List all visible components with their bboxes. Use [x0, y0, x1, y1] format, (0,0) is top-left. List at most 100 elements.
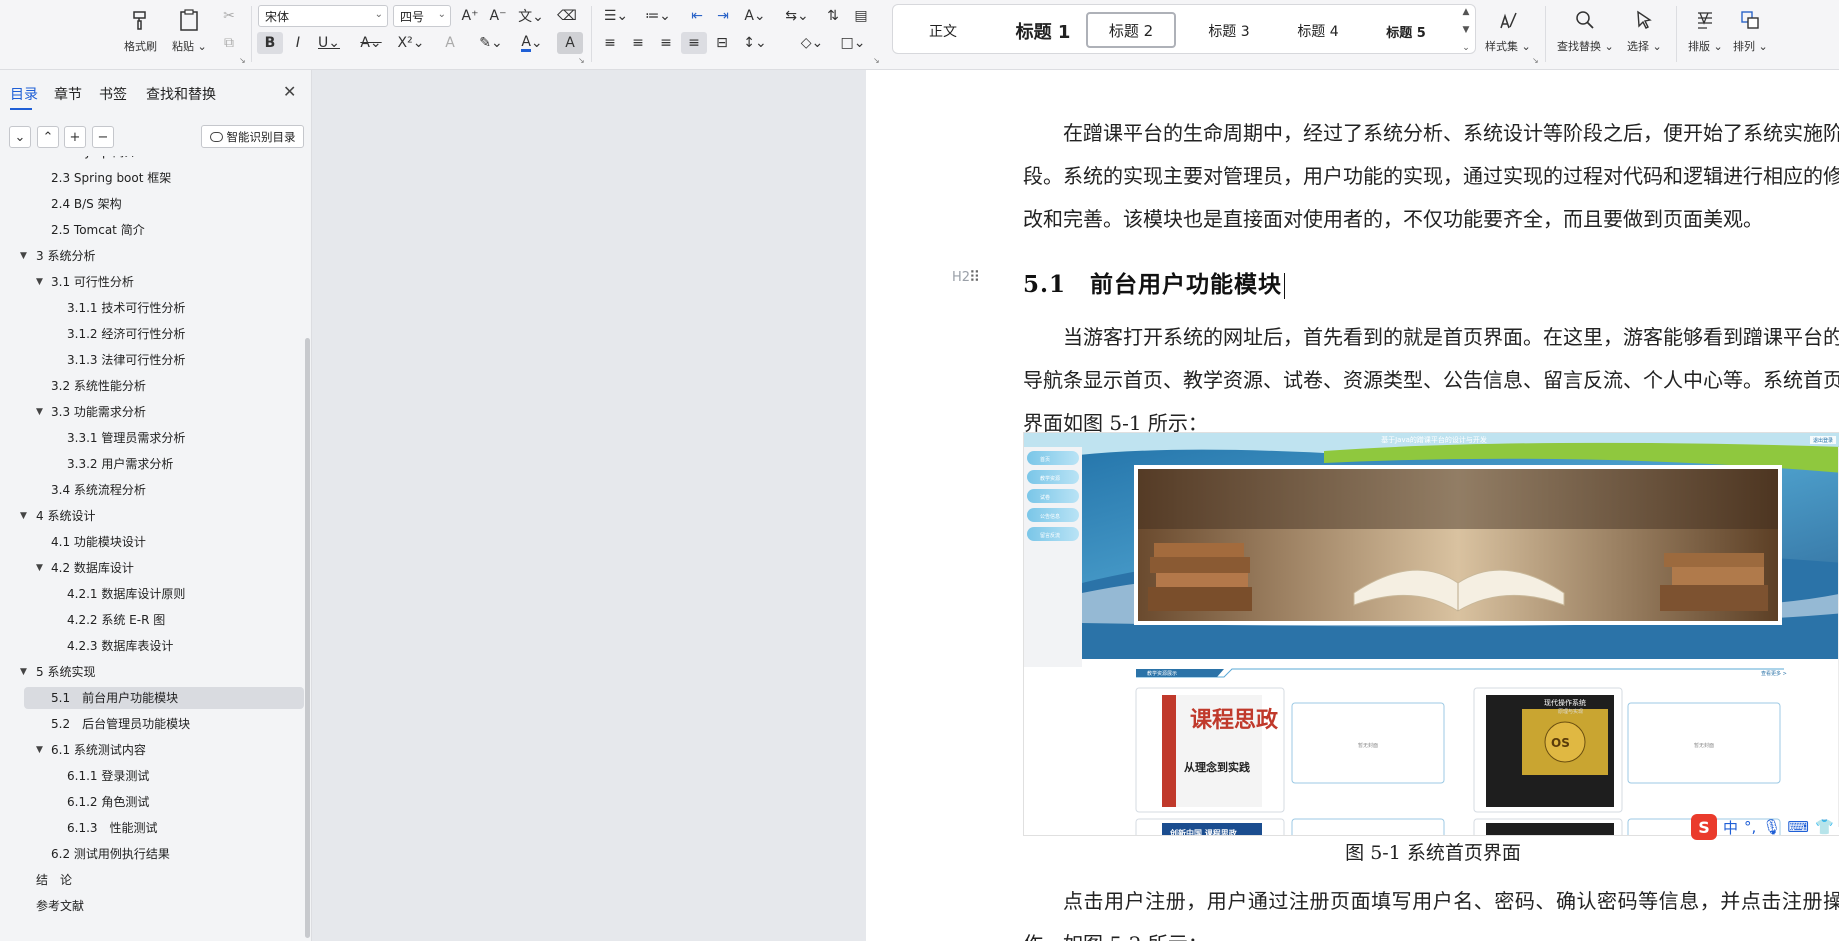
toc-item[interactable]: 参考文献	[0, 895, 300, 917]
toc-item[interactable]: 3.1.1 技术可行性分析	[0, 297, 300, 319]
toc-item[interactable]: 5.2 后台管理员功能模块	[0, 713, 300, 735]
expand-up-icon[interactable]: ⌃	[37, 126, 59, 148]
smart-toc-button[interactable]: 智能识别目录	[201, 125, 304, 148]
tab-bookmarks[interactable]: 书签	[99, 84, 127, 104]
skin-icon[interactable]: 👕	[1815, 818, 1834, 836]
tab-toc[interactable]: 目录	[10, 84, 38, 104]
clipboard-launcher-icon[interactable]: ↘	[239, 56, 246, 65]
toc-item[interactable]: 6.1.2 角色测试	[0, 791, 300, 813]
justify-icon[interactable]: ≡	[681, 32, 707, 54]
shrink-font-icon[interactable]: A⁻	[485, 5, 511, 27]
remove-heading-icon[interactable]: −	[92, 126, 114, 148]
border-button[interactable]: □⌄	[838, 32, 868, 54]
clear-format-icon[interactable]: ⌫	[554, 5, 580, 27]
align-left-icon[interactable]: ≡	[597, 32, 623, 54]
style-heading-4[interactable]: 标题 4	[1278, 15, 1358, 47]
style-heading-3[interactable]: 标题 3	[1189, 15, 1269, 47]
underline-button[interactable]: U⌄	[314, 32, 344, 54]
select-button[interactable]: 选择 ⌄	[1627, 4, 1662, 54]
add-heading-icon[interactable]: +	[64, 126, 86, 148]
bullet-list-button[interactable]: ☰⌄	[601, 5, 631, 27]
font-size-select[interactable]: 四号 ⌄	[393, 5, 451, 27]
body-paragraph[interactable]: 点击用户注册，用户通过注册页面填写用户名、密码、确认密码等信息，并点击注册操作，…	[1023, 880, 1839, 941]
align-center-icon[interactable]: ≡	[625, 32, 651, 54]
toc-item[interactable]: 4.1 功能模块设计	[0, 531, 300, 553]
phonetic-guide-icon[interactable]: 文⌄	[514, 5, 548, 27]
keyboard-icon[interactable]: ⌨	[1787, 818, 1809, 836]
figure-screenshot[interactable]: 基于Java的蹭课平台的设计与开发 退出登录 首页 教学资源 试卷 公告信息 留…	[1023, 432, 1839, 836]
toc-item[interactable]: 4.2.1 数据库设计原则	[0, 583, 300, 605]
styles-launcher-icon[interactable]: ↘	[1532, 56, 1539, 65]
toc-item[interactable]: 4.2.3 数据库表设计	[0, 635, 300, 657]
toc-item[interactable]: ▼ 3.3 功能需求分析	[0, 401, 300, 423]
expand-toggle-icon[interactable]: ▼	[36, 271, 43, 293]
bold-button[interactable]: B	[257, 32, 283, 54]
expand-toggle-icon[interactable]: ▼	[36, 401, 43, 423]
toc-item[interactable]: 3.3.2 用户需求分析	[0, 453, 300, 475]
toc-item[interactable]: ▼ 3 系统分析	[0, 245, 300, 267]
decrease-indent-icon[interactable]: ⇤	[684, 5, 710, 27]
microphone-icon[interactable]: 🎙	[1762, 818, 1781, 836]
layout-button[interactable]: 排版 ⌄	[1688, 4, 1723, 54]
toc-item[interactable]: 3.1.3 法律可行性分析	[0, 349, 300, 371]
toc-item[interactable]: 2.2 Mysql 简介	[0, 156, 300, 163]
close-icon[interactable]: ✕	[283, 82, 296, 101]
toc-item[interactable]: ▼ 6.1 系统测试内容	[0, 739, 300, 761]
show-marks-icon[interactable]: ▤	[848, 5, 874, 27]
toc-item[interactable]: 2.5 Tomcat 简介	[0, 219, 300, 241]
body-paragraph[interactable]: 在蹭课平台的生命周期中，经过了系统分析、系统设计等阶段之后，便开始了系统实施阶段…	[1023, 112, 1839, 241]
cut-icon[interactable]: ✂	[216, 5, 242, 27]
sort-icon[interactable]: ⇅	[820, 5, 846, 27]
line-break-button[interactable]: ⇆⌄	[782, 5, 812, 27]
style-heading-5[interactable]: 标题 5	[1366, 15, 1446, 47]
increase-indent-icon[interactable]: ⇥	[710, 5, 736, 27]
ime-toolbar[interactable]: S 中 °, 🎙 ⌨ 👕	[1691, 812, 1839, 842]
sidebar-scrollbar[interactable]	[305, 338, 310, 938]
numbered-list-button[interactable]: ≔⌄	[643, 5, 673, 27]
strikethrough-button[interactable]: A⌄	[356, 32, 386, 54]
toc-item[interactable]: 6.1.3 性能测试	[0, 817, 300, 839]
text-direction-button[interactable]: A⌄	[740, 5, 770, 27]
style-normal[interactable]: 正文	[915, 15, 971, 47]
toc-item[interactable]: 3.4 系统流程分析	[0, 479, 300, 501]
expand-toggle-icon[interactable]: ▼	[20, 505, 27, 527]
toc-item[interactable]: 3.1.2 经济可行性分析	[0, 323, 300, 345]
toc-item[interactable]: 5.1 前台用户功能模块	[24, 687, 304, 709]
paste-button[interactable]: 粘贴 ⌄	[172, 4, 207, 54]
font-launcher-icon[interactable]: ↘	[578, 56, 585, 65]
toc-item[interactable]: 3.3.1 管理员需求分析	[0, 427, 300, 449]
expand-toggle-icon[interactable]: ▼	[20, 661, 27, 683]
expand-toggle-icon[interactable]: ▼	[36, 557, 43, 579]
format-painter-button[interactable]: 格式刷	[124, 4, 157, 54]
line-spacing-button[interactable]: ↕⌄	[740, 32, 770, 54]
copy-icon[interactable]: ⧉	[216, 32, 242, 54]
toc-item[interactable]: ▼ 3.1 可行性分析	[0, 271, 300, 293]
toc-item[interactable]: 4.2.2 系统 E-R 图	[0, 609, 300, 631]
text-effect-icon[interactable]: A	[437, 32, 463, 54]
arrange-button[interactable]: 排列 ⌄	[1733, 4, 1768, 54]
find-replace-button[interactable]: 查找替换 ⌄	[1557, 4, 1614, 54]
font-name-select[interactable]: 宋体 ⌄	[258, 5, 388, 27]
paragraph-launcher-icon[interactable]: ↘	[873, 56, 880, 65]
toc-item[interactable]: 6.2 测试用例执行结果	[0, 843, 300, 865]
char-shading-button[interactable]: A	[557, 32, 583, 54]
style-heading-1[interactable]: 标题 1	[993, 15, 1093, 47]
italic-button[interactable]: I	[285, 32, 311, 54]
toc-item[interactable]: 结 论	[0, 869, 300, 891]
style-set-button[interactable]: 样式集 ⌄	[1485, 4, 1531, 54]
superscript-button[interactable]: X²⌄	[396, 32, 426, 54]
expand-toggle-icon[interactable]: ▼	[20, 245, 27, 267]
body-paragraph[interactable]: 当游客打开系统的网址后，首先看到的就是首页界面。在这里，游客能够看到蹭课平台的导…	[1023, 316, 1839, 445]
tab-chapters[interactable]: 章节	[54, 84, 82, 104]
expand-toggle-icon[interactable]: ▼	[36, 739, 43, 761]
tab-find-replace[interactable]: 查找和替换	[146, 84, 216, 104]
punctuation-icon[interactable]: °,	[1744, 818, 1756, 836]
section-heading[interactable]: 5.1 前台用户功能模块	[1023, 265, 1286, 299]
font-color-button[interactable]: A ⌄	[517, 32, 547, 54]
toc-item[interactable]: ▼ 4.2 数据库设计	[0, 557, 300, 579]
shading-button[interactable]: ◇⌄	[797, 32, 827, 54]
toc-item[interactable]: 6.1.1 登录测试	[0, 765, 300, 787]
distribute-icon[interactable]: ⊟	[709, 32, 735, 54]
grow-font-icon[interactable]: A⁺	[457, 5, 483, 27]
drag-handle-icon[interactable]: ⠿	[969, 268, 980, 286]
